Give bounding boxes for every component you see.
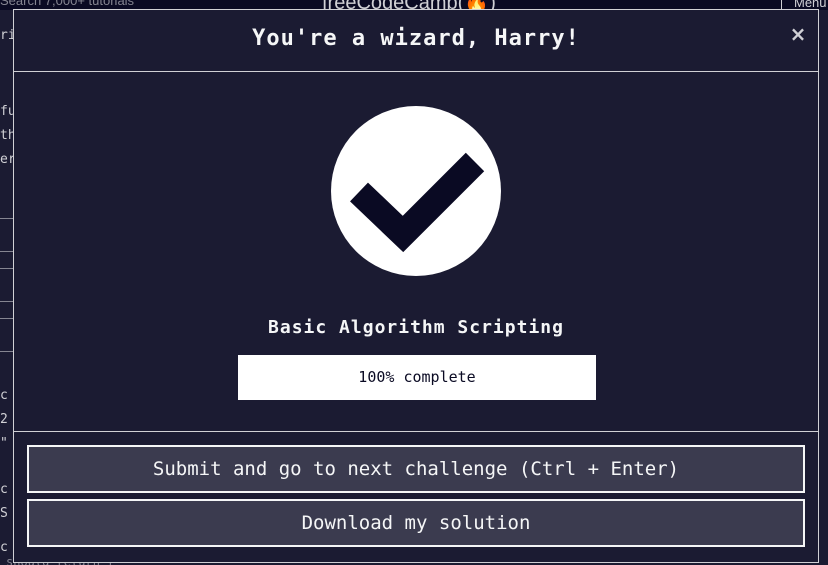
check-circle-icon bbox=[331, 106, 501, 276]
background-text-fragment: 2 bbox=[0, 412, 8, 427]
background-text-fragment: ri bbox=[0, 28, 14, 43]
background-block bbox=[0, 268, 14, 302]
background-left-panel: ri fu th er c 2 " c S c bbox=[0, 10, 14, 565]
background-text-fragment: fu bbox=[0, 104, 14, 119]
background-text-fragment: c bbox=[0, 482, 8, 497]
download-solution-button[interactable]: Download my solution bbox=[27, 499, 805, 547]
close-button[interactable]: × bbox=[787, 22, 809, 46]
background-text-fragment: S bbox=[0, 506, 8, 521]
submit-next-challenge-button[interactable]: Submit and go to next challenge (Ctrl + … bbox=[27, 445, 805, 493]
modal-footer: Submit and go to next challenge (Ctrl + … bbox=[14, 431, 818, 562]
modal-title: You're a wizard, Harry! bbox=[252, 26, 580, 51]
background-block bbox=[0, 218, 14, 252]
background-block bbox=[0, 318, 14, 352]
progress-label: 100% complete bbox=[358, 368, 476, 386]
background-text-fragment: " bbox=[0, 436, 8, 451]
progress-bar: 100% complete bbox=[238, 355, 596, 400]
background-text-fragment: c bbox=[0, 540, 8, 555]
background-right-panel bbox=[818, 10, 828, 565]
block-title: Basic Algorithm Scripting bbox=[268, 317, 564, 338]
modal-header: You're a wizard, Harry! × bbox=[14, 10, 818, 72]
background-text-fragment: th bbox=[0, 128, 14, 143]
background-text-fragment: er bbox=[0, 152, 14, 167]
background-text-fragment: c bbox=[0, 388, 8, 403]
completion-modal: You're a wizard, Harry! × Basic Algorith… bbox=[13, 9, 819, 563]
